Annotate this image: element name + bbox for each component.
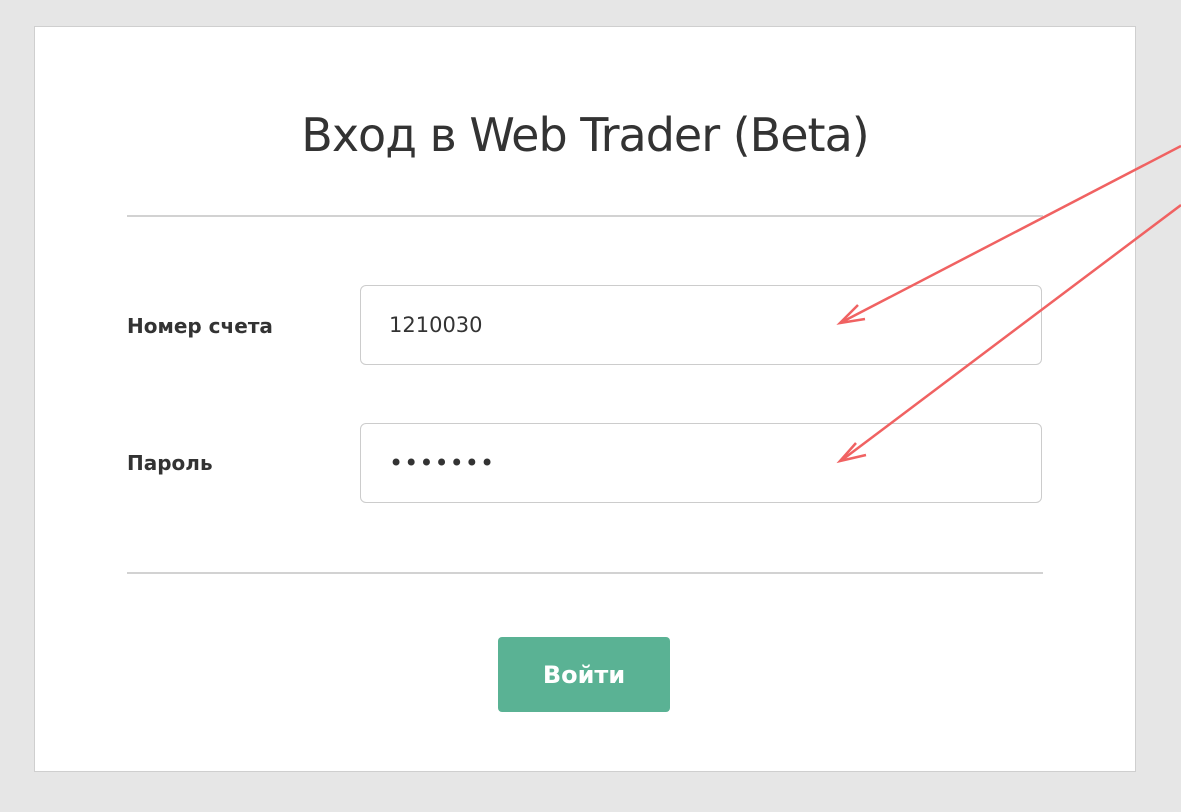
page-title: Вход в Web Trader (Beta) [301,108,869,162]
title-divider [127,215,1043,217]
login-button[interactable]: Войти [498,637,670,712]
password-input[interactable] [360,423,1042,503]
account-number-input[interactable] [360,285,1042,365]
login-card: Вход в Web Trader (Beta) Номер счета Пар… [34,26,1136,772]
password-label: Пароль [127,451,213,475]
form-divider [127,572,1043,574]
account-number-label: Номер счета [127,314,273,338]
